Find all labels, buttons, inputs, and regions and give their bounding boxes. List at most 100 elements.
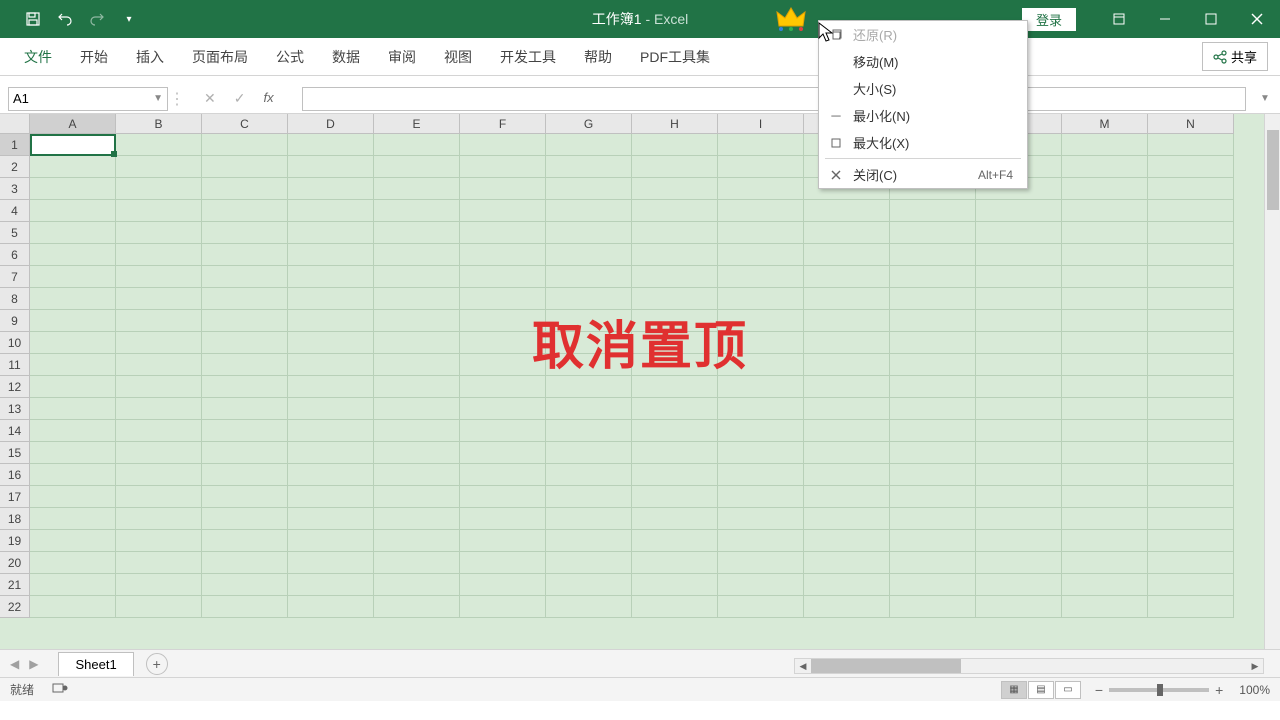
ribbon-tab-10[interactable]: PDF工具集 <box>626 38 724 75</box>
macro-recorder-icon[interactable] <box>52 681 68 698</box>
zoom-out[interactable]: − <box>1095 682 1103 698</box>
fx-button[interactable]: fx <box>263 90 273 107</box>
row-header[interactable]: 13 <box>0 398 30 420</box>
view-page-layout[interactable]: ▤ <box>1028 681 1054 699</box>
close-button[interactable] <box>1234 0 1280 38</box>
row-header[interactable]: 19 <box>0 530 30 552</box>
name-box-value: A1 <box>13 91 29 106</box>
vertical-scrollbar[interactable] <box>1264 114 1280 649</box>
column-header[interactable]: H <box>632 114 718 134</box>
maximize-button[interactable] <box>1188 0 1234 38</box>
crown-icon[interactable] <box>775 4 807 37</box>
name-box[interactable]: A1 ▼ <box>8 87 168 111</box>
row-header[interactable]: 12 <box>0 376 30 398</box>
sheet-nav-prev[interactable]: ◀ <box>10 657 19 671</box>
ribbon-tab-4[interactable]: 公式 <box>262 38 318 75</box>
login-button[interactable]: 登录 <box>1022 8 1076 31</box>
ctx-minimize[interactable]: ─ 最小化(N) <box>819 102 1027 129</box>
row-header[interactable]: 18 <box>0 508 30 530</box>
ctx-size[interactable]: 大小(S) <box>819 75 1027 102</box>
column-header[interactable]: M <box>1062 114 1148 134</box>
column-header[interactable]: I <box>718 114 804 134</box>
status-ready: 就绪 <box>10 681 34 698</box>
ctx-maximize[interactable]: 最大化(X) <box>819 129 1027 156</box>
row-header[interactable]: 6 <box>0 244 30 266</box>
row-header[interactable]: 16 <box>0 464 30 486</box>
ctx-move[interactable]: 移动(M) <box>819 48 1027 75</box>
hscroll-thumb[interactable] <box>811 659 961 673</box>
ribbon-tab-2[interactable]: 插入 <box>122 38 178 75</box>
column-header[interactable]: F <box>460 114 546 134</box>
ctx-close[interactable]: 关闭(C) Alt+F4 <box>819 161 1027 188</box>
row-header[interactable]: 1 <box>0 134 30 156</box>
row-header[interactable]: 21 <box>0 574 30 596</box>
zoom-in[interactable]: + <box>1215 682 1223 698</box>
row-header[interactable]: 9 <box>0 310 30 332</box>
ribbon-tab-3[interactable]: 页面布局 <box>178 38 262 75</box>
minimize-button[interactable] <box>1142 0 1188 38</box>
window-controls: 登录 <box>1022 0 1280 38</box>
horizontal-scrollbar[interactable]: ◀ ▶ <box>794 658 1264 674</box>
redo-button[interactable] <box>82 4 112 34</box>
qat-customize-button[interactable]: ▾ <box>114 4 144 34</box>
column-header[interactable]: G <box>546 114 632 134</box>
vertical-scrollbar-thumb[interactable] <box>1267 130 1279 210</box>
name-box-dropdown[interactable]: ▼ <box>153 93 163 104</box>
ctx-restore: 还原(R) <box>819 21 1027 48</box>
enter-formula-button[interactable]: ✓ <box>234 90 246 107</box>
undo-button[interactable] <box>50 4 80 34</box>
hscroll-left[interactable]: ◀ <box>795 659 811 673</box>
cancel-formula-button[interactable]: ✕ <box>204 90 216 107</box>
row-header[interactable]: 3 <box>0 178 30 200</box>
hscroll-right[interactable]: ▶ <box>1247 659 1263 673</box>
overlay-annotation: 取消置顶 <box>532 304 748 379</box>
zoom-level[interactable]: 100% <box>1239 683 1270 697</box>
ribbon-tab-5[interactable]: 数据 <box>318 38 374 75</box>
restore-icon <box>819 29 853 41</box>
row-header[interactable]: 4 <box>0 200 30 222</box>
sheet-nav-next[interactable]: ▶ <box>29 657 38 671</box>
view-normal[interactable]: ▦ <box>1001 681 1027 699</box>
column-header[interactable]: N <box>1148 114 1234 134</box>
zoom-controls: − + 100% <box>1095 682 1270 698</box>
spreadsheet-grid: ABCDEFGHIJKLMN 1234567891011121314151617… <box>0 114 1280 649</box>
row-header[interactable]: 10 <box>0 332 30 354</box>
formula-bar-expand[interactable]: ▼ <box>1256 93 1274 104</box>
ribbon-tab-6[interactable]: 审阅 <box>374 38 430 75</box>
zoom-slider[interactable] <box>1109 688 1209 692</box>
row-header[interactable]: 17 <box>0 486 30 508</box>
select-all-corner[interactable] <box>0 114 30 134</box>
ribbon-display-button[interactable] <box>1096 0 1142 38</box>
ctx-restore-label: 还原(R) <box>853 25 1027 44</box>
fill-handle[interactable] <box>111 151 117 157</box>
column-header[interactable]: D <box>288 114 374 134</box>
row-header[interactable]: 11 <box>0 354 30 376</box>
column-header[interactable]: E <box>374 114 460 134</box>
ribbon-tab-0[interactable]: 文件 <box>10 38 66 75</box>
save-button[interactable] <box>18 4 48 34</box>
ribbon-tab-8[interactable]: 开发工具 <box>486 38 570 75</box>
column-header[interactable]: A <box>30 114 116 134</box>
column-header[interactable]: B <box>116 114 202 134</box>
row-header[interactable]: 20 <box>0 552 30 574</box>
column-header[interactable]: C <box>202 114 288 134</box>
row-header[interactable]: 2 <box>0 156 30 178</box>
ctx-close-label: 关闭(C) <box>853 165 978 184</box>
add-sheet-button[interactable]: + <box>146 653 168 675</box>
ribbon-tab-9[interactable]: 帮助 <box>570 38 626 75</box>
selected-cell[interactable] <box>30 134 116 156</box>
ribbon-tab-7[interactable]: 视图 <box>430 38 486 75</box>
column-headers: ABCDEFGHIJKLMN <box>30 114 1234 134</box>
view-page-break[interactable]: ▭ <box>1055 681 1081 699</box>
share-button[interactable]: 共享 <box>1202 42 1268 71</box>
row-header[interactable]: 5 <box>0 222 30 244</box>
row-header[interactable]: 8 <box>0 288 30 310</box>
row-header[interactable]: 22 <box>0 596 30 618</box>
zoom-slider-thumb[interactable] <box>1157 684 1163 696</box>
ribbon-tab-1[interactable]: 开始 <box>66 38 122 75</box>
formula-input[interactable] <box>302 87 1246 111</box>
row-header[interactable]: 15 <box>0 442 30 464</box>
row-header[interactable]: 7 <box>0 266 30 288</box>
row-header[interactable]: 14 <box>0 420 30 442</box>
sheet-tab[interactable]: Sheet1 <box>58 652 133 676</box>
